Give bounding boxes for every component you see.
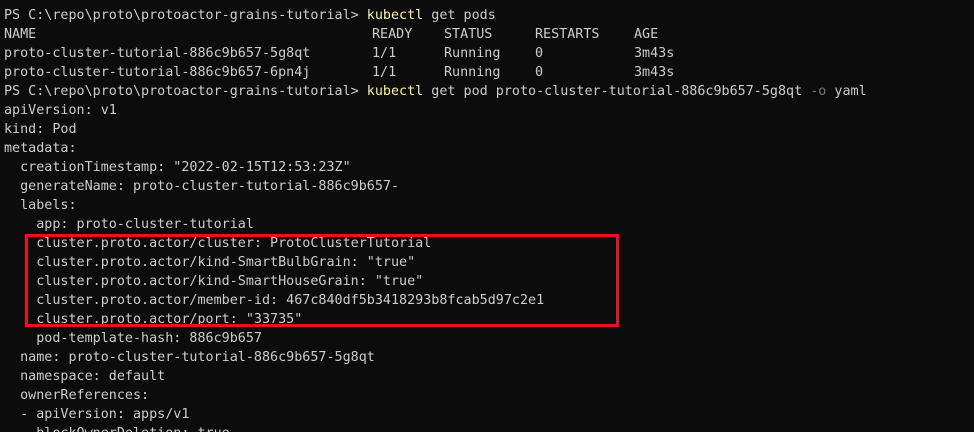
pod-ready: 1/1 [372, 46, 397, 61]
yaml-line: namespace: default [4, 369, 166, 384]
col-status-header: STATUS [444, 27, 493, 42]
command-format: yaml [826, 84, 867, 99]
pod-name: proto-cluster-tutorial-886c9b657-6pn4j [4, 65, 311, 80]
table-row: proto-cluster-tutorial-886c9b657-5g8qt 1/… [4, 44, 674, 63]
yaml-line: ownerReferences: [4, 388, 150, 403]
prompt-path: PS C:\repo\proto\protoactor-grains-tutor… [4, 8, 367, 23]
col-ready-header: READY [372, 27, 413, 42]
yaml-line: metadata: [4, 141, 77, 156]
col-restarts-header: RESTARTS [535, 27, 600, 42]
pods-table-header: NAME READY STATUS RESTARTS AGE [4, 25, 658, 44]
yaml-line: creationTimestamp: "2022-02-15T12:53:23Z… [4, 160, 351, 175]
yaml-line: app: proto-cluster-tutorial [4, 217, 254, 232]
yaml-line: labels: [4, 198, 77, 213]
yaml-line: kind: Pod [4, 122, 77, 137]
yaml-line: generateName: proto-cluster-tutorial-886… [4, 179, 400, 194]
pod-restarts: 0 [535, 65, 544, 80]
pod-name: proto-cluster-tutorial-886c9b657-5g8qt [4, 46, 311, 61]
yaml-line: - apiVersion: apps/v1 [4, 407, 190, 422]
terminal-window[interactable]: PS C:\repo\proto\protoactor-grains-tutor… [0, 0, 974, 432]
yaml-line: name: proto-cluster-tutorial-886c9b657-5… [4, 350, 375, 365]
command-flag: -o [810, 84, 827, 99]
command-kubectl: kubectl [366, 84, 424, 99]
pod-age: 3m43s [634, 46, 675, 61]
col-name-header: NAME [4, 27, 37, 42]
highlight-annotation-box [25, 234, 619, 327]
pod-age: 3m43s [634, 65, 675, 80]
command-args: get pod proto-cluster-tutorial-886c9b657… [423, 84, 811, 99]
prompt-line-get-pod-yaml: PS C:\repo\proto\protoactor-grains-tutor… [4, 82, 867, 101]
yaml-line: pod-template-hash: 886c9b657 [4, 331, 262, 346]
pod-restarts: 0 [535, 46, 544, 61]
col-age-header: AGE [634, 27, 659, 42]
command-args: get pods [423, 8, 496, 23]
yaml-line: apiVersion: v1 [4, 103, 117, 118]
prompt-path: PS C:\repo\proto\protoactor-grains-tutor… [4, 84, 367, 99]
pod-status: Running [444, 65, 501, 80]
pod-ready: 1/1 [372, 65, 397, 80]
yaml-line: blockOwnerDeletion: true [4, 424, 230, 432]
pod-status: Running [444, 46, 501, 61]
table-row: proto-cluster-tutorial-886c9b657-6pn4j 1/… [4, 63, 674, 82]
prompt-line-get-pods: PS C:\repo\proto\protoactor-grains-tutor… [4, 6, 496, 25]
command-kubectl: kubectl [366, 8, 424, 23]
